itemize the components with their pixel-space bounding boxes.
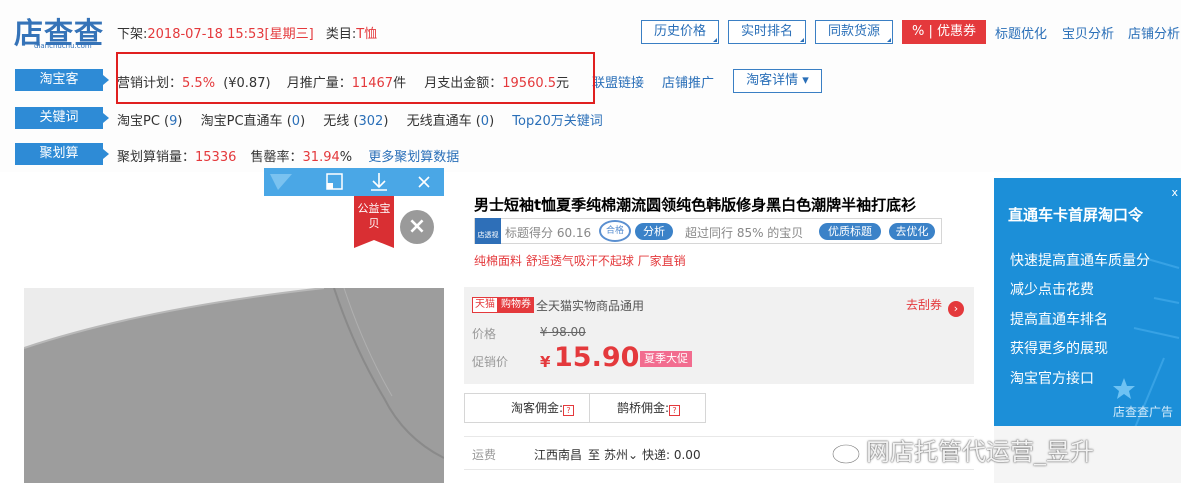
- category-label: 类目:: [325, 27, 357, 42]
- keywords-row: 淘宝PC (9) 淘宝PC直通车 (0) 无线 (302) 无线直通车 (0) …: [117, 110, 607, 129]
- dianchacha-logo[interactable]: 店查查 dianchuchu.com: [14, 12, 106, 50]
- ju-rate-value: 31.94: [302, 150, 340, 165]
- shipping-label: 运费: [472, 448, 497, 462]
- shop-promo-link[interactable]: 店铺推广: [662, 72, 714, 91]
- original-price: ¥ 98.00: [540, 325, 586, 339]
- same-source-button[interactable]: 同款货源: [815, 20, 893, 44]
- tmall-tag: 天猫: [472, 297, 498, 313]
- optimize-button[interactable]: 去优化: [889, 223, 935, 240]
- ad-footer: 店查查广告: [1112, 405, 1173, 419]
- ju-rate-unit: %: [339, 150, 353, 165]
- juhuasuan-row: 聚划算销量：15336 售罄率：31.94% 更多聚划算数据: [117, 146, 463, 165]
- coupon-button[interactable]: % | 优惠券: [902, 20, 986, 44]
- download-icon[interactable]: [359, 168, 399, 196]
- price-box: 天猫 购物券 全天猫实物商品通用 去刮券 › 价格 ¥ 98.00 促销价 ¥ 1…: [464, 287, 974, 384]
- title-optimize-link[interactable]: 标题优化: [995, 23, 1047, 42]
- title-score-bar: 店透视 标题得分 60.16 合格 分析 超过同行 85% 的宝贝 优质标题 去…: [474, 218, 942, 244]
- item-analysis-link[interactable]: 宝贝分析: [1062, 23, 1114, 42]
- delist-time: 2018-07-18 15:53[星期三]: [147, 27, 314, 42]
- chevron-down-icon: ⌄: [628, 448, 639, 462]
- ad-item: 提高直通车排名: [1010, 312, 1108, 328]
- ju-sales-label: 聚划算销量：: [117, 150, 196, 165]
- dtoushi-logo: 店透视: [475, 218, 501, 244]
- alliance-link[interactable]: 联盟链接: [592, 72, 644, 91]
- divider: [589, 394, 590, 422]
- category-value: T恤: [356, 27, 378, 42]
- promo-price-label: 促销价: [472, 355, 509, 369]
- side-ad[interactable]: x 直通车卡首屏淘口令 快速提高直通车质量分 减少点击花费 提高直通车排名 获得…: [994, 178, 1181, 426]
- question-icon: ?: [563, 405, 575, 416]
- tshirt-illustration: [24, 288, 444, 483]
- product-image[interactable]: [24, 288, 444, 483]
- delist-label: 下架:: [117, 27, 148, 42]
- price-label: 价格: [472, 327, 497, 341]
- ad-item: 淘宝官方接口: [1010, 371, 1094, 387]
- question-icon: ?: [669, 405, 681, 416]
- ad-item: 快速提高直通车质量分: [1010, 253, 1150, 269]
- taoke-commission[interactable]: 淘客佣金:?: [511, 394, 575, 422]
- arrow-right-icon: ›: [948, 301, 964, 317]
- exceed-text: 超过同行 85% 的宝贝: [685, 226, 804, 240]
- floating-toolbar: [264, 168, 444, 196]
- juhuasuan-label: 聚划算: [15, 143, 109, 165]
- weibo-icon: [832, 439, 863, 464]
- grab-coupon-button[interactable]: 去刮券 ›: [906, 296, 964, 317]
- ship-cost: 快递: 0.00: [642, 448, 701, 462]
- ship-to-select[interactable]: 苏州⌄: [604, 446, 638, 463]
- quality-title-button[interactable]: 优质标题: [819, 223, 881, 240]
- realtime-rank-button[interactable]: 实时排名: [728, 20, 806, 44]
- taobaoke-label: 淘宝客: [15, 69, 109, 91]
- keyword-item[interactable]: 无线 (302): [323, 114, 388, 129]
- highlight-box: [116, 52, 595, 104]
- coupon-description: 全天猫实物商品通用: [536, 299, 645, 313]
- pin-icon[interactable]: [264, 168, 304, 196]
- top-keywords-link[interactable]: Top20万关键词: [512, 114, 602, 129]
- shopping-coupon-tag: 购物券: [498, 297, 534, 313]
- product-subtitle: 纯棉面料 舒适透气吸汗不起球 厂家直销: [474, 254, 686, 268]
- history-price-button[interactable]: 历史价格: [641, 20, 719, 44]
- taoke-detail-dropdown[interactable]: 淘客详情 ▾: [733, 69, 822, 93]
- queqiao-commission[interactable]: 鹊桥佣金:?: [617, 394, 681, 422]
- commission-box: 淘客佣金:? 鹊桥佣金:?: [464, 393, 706, 423]
- plugin-panel: 店查查 dianchuchu.com 下架:2018-07-18 15:53[星…: [0, 0, 1181, 172]
- more-ju-link[interactable]: 更多聚划算数据: [368, 150, 459, 165]
- charity-ribbon: 公益宝贝: [354, 196, 394, 248]
- title-score: 标题得分 60.16: [505, 226, 592, 240]
- ad-item: 获得更多的展现: [1010, 341, 1108, 357]
- ju-sales-value: 15336: [195, 150, 237, 165]
- keyword-item[interactable]: 无线直通车 (0): [407, 114, 495, 129]
- ship-from: 江西南昌: [534, 448, 583, 462]
- logo-subtext: dianchuchu.com: [34, 42, 92, 50]
- keywords-label: 关键词: [15, 107, 109, 129]
- ju-rate-label: 售罄率：: [250, 150, 303, 165]
- header-info: 下架:2018-07-18 15:53[星期三] 类目:T恤: [117, 23, 381, 42]
- product-title: 男士短袖t恤夏季纯棉潮流圆领纯色韩版修身黑白色潮牌半袖打底衫: [474, 196, 917, 214]
- shop-analysis-link[interactable]: 店铺分析: [1128, 23, 1180, 42]
- qualified-seal: 合格: [599, 220, 631, 242]
- weibo-watermark: 网店托管代运营_昱升: [830, 432, 1094, 467]
- keyword-item[interactable]: 淘宝PC (9): [117, 114, 183, 129]
- analyze-button[interactable]: 分析: [635, 223, 673, 240]
- ship-to-label: 至: [588, 448, 601, 462]
- close-circle-icon[interactable]: ×: [400, 210, 434, 244]
- keyword-item[interactable]: 淘宝PC直通车 (0): [201, 114, 306, 129]
- promo-currency: ¥: [540, 353, 551, 371]
- window-icon[interactable]: [314, 168, 354, 196]
- ad-headline: 直通车卡首屏淘口令: [1008, 206, 1144, 224]
- close-icon[interactable]: [404, 168, 444, 196]
- promo-price: 15.90: [554, 342, 640, 373]
- summer-sale-tag: 夏季大促: [640, 351, 692, 367]
- ad-item: 减少点击花费: [1010, 282, 1094, 298]
